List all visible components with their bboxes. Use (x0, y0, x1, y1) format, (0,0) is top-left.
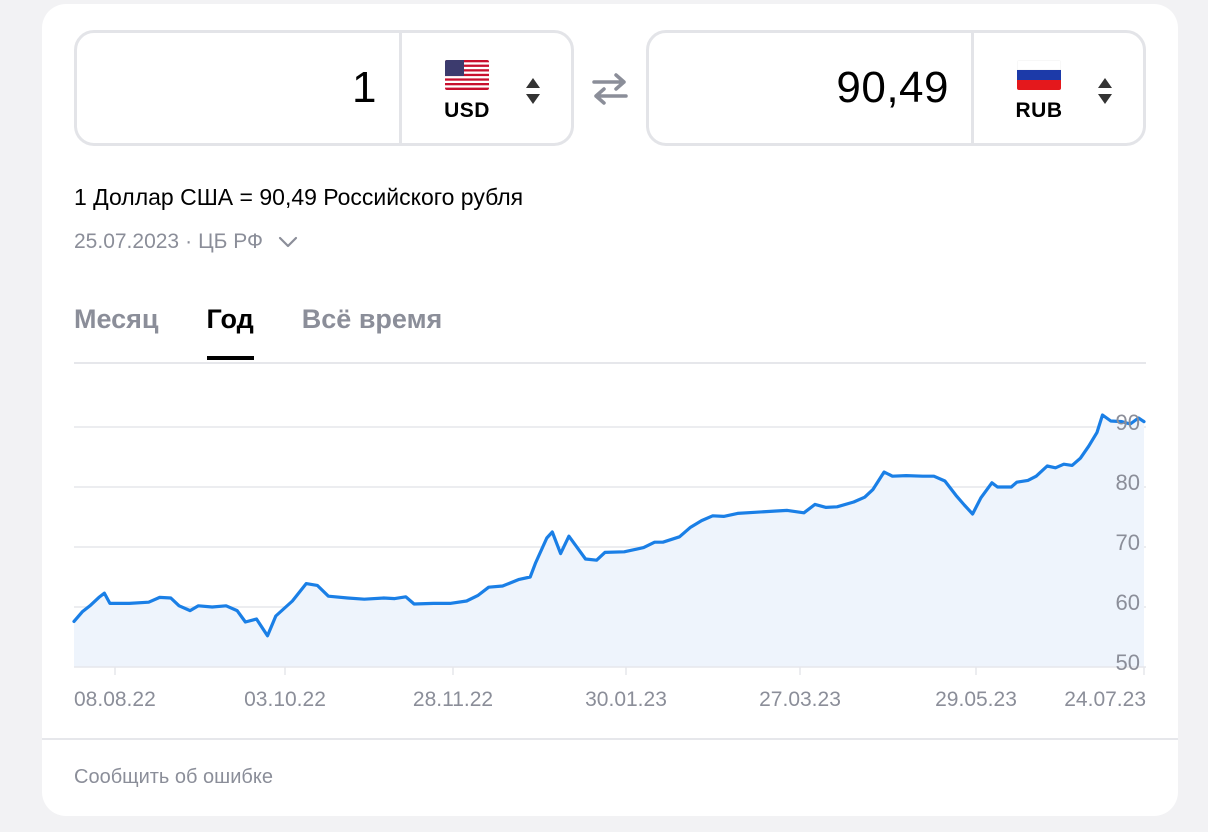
tab-all-time[interactable]: Всё время (302, 304, 443, 360)
from-currency-select[interactable]: USD (402, 33, 571, 143)
y-tick-label: 50 (1116, 650, 1140, 675)
chevron-down-icon (278, 236, 298, 248)
y-tick-label: 90 (1116, 410, 1140, 435)
sort-arrows-icon (1096, 76, 1114, 106)
y-tick-label: 70 (1116, 530, 1140, 555)
x-tick-label: 27.03.23 (759, 688, 841, 711)
meta-separator: · (185, 230, 193, 253)
converter-card: 1 USD 90,49 RUB 1 Доллар США = 90,49 Рос… (42, 4, 1178, 816)
from-currency-box: 1 USD (74, 30, 574, 146)
to-amount-input[interactable]: 90,49 (649, 33, 949, 143)
period-tabs: Месяц Год Всё время (74, 304, 490, 360)
from-amount-input[interactable]: 1 (77, 33, 377, 143)
x-tick-label: 24.07.23 (1064, 688, 1146, 711)
rate-date: 25.07.2023 (74, 230, 180, 253)
to-currency-code: RUB (1015, 99, 1063, 122)
sort-arrows-icon (524, 76, 542, 106)
chart-area (74, 415, 1144, 667)
swap-button[interactable] (590, 70, 630, 106)
us-flag-icon (445, 60, 489, 90)
footer-divider (42, 738, 1178, 740)
x-tick-label: 30.01.23 (585, 688, 667, 711)
ru-flag-icon (1017, 60, 1061, 90)
rate-source: ЦБ РФ (198, 230, 263, 253)
x-tick-label: 08.08.22 (74, 688, 156, 711)
tab-month[interactable]: Месяц (74, 304, 159, 360)
x-tick-label: 28.11.22 (413, 688, 493, 711)
rate-chart: 50 60 70 80 90 08.08.22 03.10.22 28.11.22 30.01.… (72, 410, 1146, 711)
x-tick-label: 29.05.23 (935, 688, 1017, 711)
report-error-link[interactable]: Сообщить об ошибке (74, 766, 273, 789)
rate-source-dropdown[interactable]: 25.07.2023 · ЦБ РФ (74, 230, 299, 254)
to-currency-select[interactable]: RUB (974, 33, 1143, 143)
from-currency-code: USD (444, 99, 490, 122)
to-currency-box: 90,49 RUB (646, 30, 1146, 146)
y-tick-label: 80 (1116, 470, 1140, 495)
tabs-underline (74, 362, 1146, 364)
y-tick-label: 60 (1116, 590, 1140, 615)
tab-year[interactable]: Год (206, 304, 255, 360)
swap-arrows-icon (592, 73, 628, 105)
rate-summary: 1 Доллар США = 90,49 Российского рубля (74, 184, 524, 210)
x-tick-label: 03.10.22 (244, 688, 326, 711)
